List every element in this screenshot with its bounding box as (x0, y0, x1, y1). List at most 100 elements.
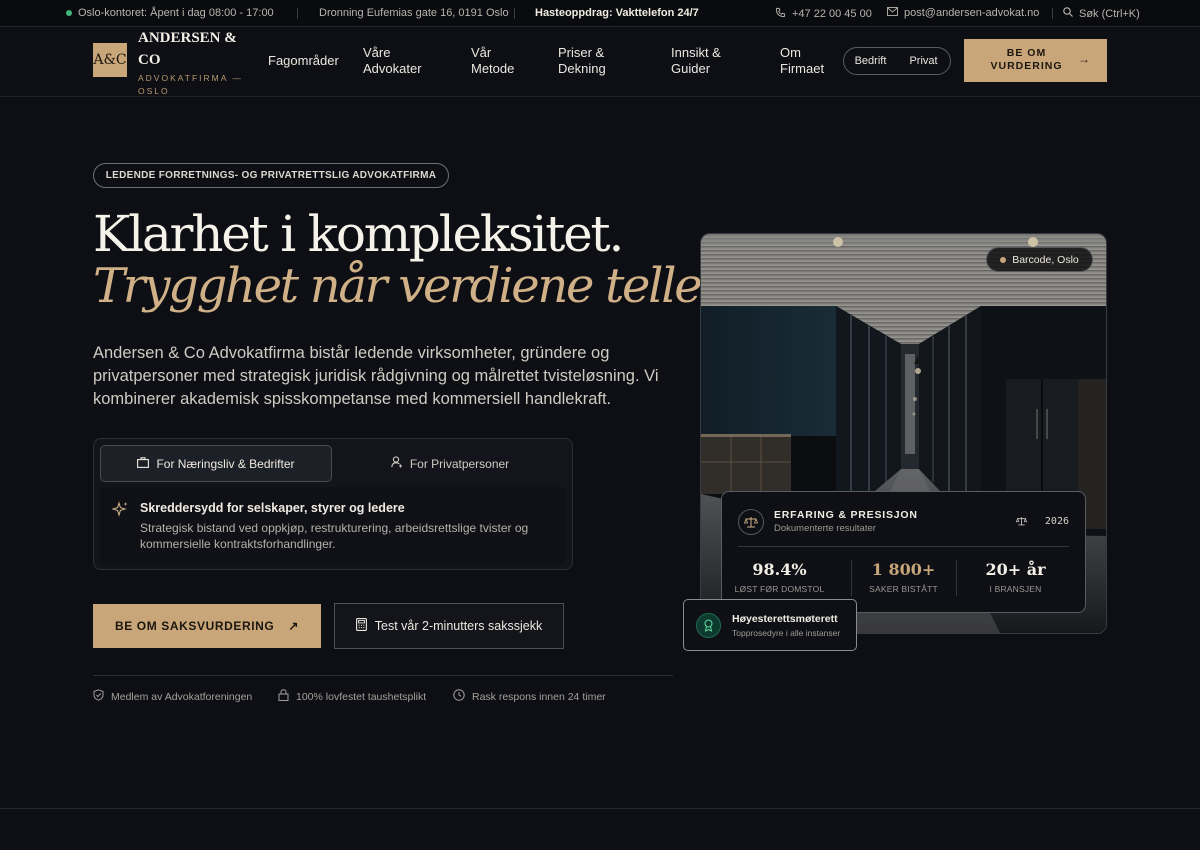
tab-panel-title: Skreddersydd for selskaper, styrer og le… (140, 501, 405, 515)
location-label: Barcode, Oslo (1012, 253, 1079, 266)
scales-icon (738, 509, 764, 535)
hero-divider (93, 675, 673, 676)
open-status-dot (66, 10, 72, 16)
brand-name-line2: CO (138, 52, 161, 68)
brand-tagline: ADVOKATFIRMA — OSLO (138, 73, 243, 96)
stat-label: I BRANSJEN (989, 584, 1042, 594)
badge-subtitle: Topprosedyre i alle instanser (732, 628, 841, 638)
request-assessment-button[interactable]: BE OM VURDERING → (964, 39, 1107, 82)
nav-link-label: Dekning (558, 61, 606, 76)
nav-link-innsikt[interactable]: Innsikt & Guider (671, 45, 721, 77)
stat-separator (956, 560, 957, 596)
stats-card-subtitle: Dokumenterte resultater (774, 523, 876, 534)
nav-link-label: Firmaet (780, 61, 825, 76)
stats-divider (738, 546, 1069, 547)
office-status: Oslo-kontoret: Åpent i dag 08:00 - 17:00 (66, 7, 274, 19)
stat-value: 98.4% (752, 560, 807, 579)
topbar-divider (297, 8, 298, 19)
nav-link-label: Guider (671, 61, 711, 76)
request-assessment-label: BE OM VURDERING (964, 47, 1089, 73)
clock-icon (453, 689, 465, 704)
stat-value: 20+ år (985, 560, 1046, 579)
audience-toggle: Bedrift Privat (843, 47, 951, 75)
sparkle-icon (111, 501, 129, 523)
arrow-right-icon: → (1078, 52, 1091, 66)
nav-link-fagomrader[interactable]: Fagområder (268, 53, 339, 69)
urgent-label: Hasteoppdrag: (535, 7, 613, 19)
audience-tabs-card: For Næringsliv & Bedrifter For Privatper… (93, 438, 573, 570)
nav-link-label: Våre (363, 45, 391, 60)
search-button[interactable]: Søk (Ctrl+K) (1063, 7, 1140, 20)
stat-value: 1 800+ (871, 560, 936, 579)
topbar-divider (514, 8, 515, 19)
hero-lead-text: Andersen & Co Advokatfirma bistår ledend… (93, 344, 659, 408)
email-link[interactable]: post@andersen-advokat.no (887, 7, 1039, 19)
tab-business-label: For Næringsliv & Bedrifter (156, 456, 295, 471)
office-address-text: Dronning Eufemias gate 16, 0191 Oslo (319, 7, 509, 19)
trust-label: 100% lovfestet taushetsplikt (296, 690, 427, 703)
hero-heading: Klarhet i kompleksitet. (93, 205, 624, 263)
main-navigation: A&C ANDERSEN & CO ADVOKATFIRMA — OSLO Fa… (0, 27, 1200, 97)
scales-icon (1015, 516, 1028, 529)
stat-item: 20+ år I BRANSJEN (963, 560, 1068, 594)
nav-link-metode[interactable]: Vår Metode (471, 45, 514, 77)
nav-link-label: Advokater (363, 61, 422, 76)
trust-item: Rask respons innen 24 timer (453, 689, 606, 704)
phone-link[interactable]: +47 22 00 45 00 (775, 7, 872, 21)
toggle-bedrift[interactable]: Bedrift (844, 55, 897, 67)
search-label: Søk (Ctrl+K) (1079, 7, 1140, 20)
trust-item: 100% lovfestet taushetsplikt (278, 689, 426, 704)
nav-link-label: Om (780, 45, 801, 60)
location-badge: Barcode, Oslo (986, 247, 1093, 272)
trust-label: Medlem av Advokatforeningen (111, 690, 253, 703)
mail-icon (887, 7, 898, 19)
top-info-bar: Oslo-kontoret: Åpent i dag 08:00 - 17:00… (0, 0, 1200, 27)
nav-link-label: Metode (471, 61, 515, 76)
nav-link-advokater[interactable]: Våre Advokater (363, 45, 422, 77)
hero-eyebrow-pill: LEDENDE FORRETNINGS- OG PRIVATRETTSLIG A… (93, 163, 449, 188)
trust-label: Rask respons innen 24 timer (472, 690, 606, 703)
tab-private[interactable]: For Privatpersoner (334, 445, 566, 482)
case-assessment-button[interactable]: BE OM SAKSVURDERING ↗ (93, 604, 321, 648)
supreme-court-badge: Høyesterettsmøterett Topprosedyre i alle… (683, 599, 857, 651)
topbar-divider (1052, 8, 1053, 19)
search-icon (1063, 7, 1073, 20)
nav-link-om[interactable]: Om Firmaet (780, 45, 824, 77)
tab-panel-text: Strategisk bistand ved oppkjøp, restrukt… (140, 521, 529, 551)
nav-link-label: Innsikt & (671, 45, 721, 60)
trust-item: Medlem av Advokatforeningen (93, 689, 252, 704)
tab-business[interactable]: For Næringsliv & Bedrifter (100, 445, 332, 482)
award-icon (696, 613, 721, 638)
nav-link-label: Vår (471, 45, 492, 60)
section-divider (0, 808, 1200, 809)
briefcase-icon (137, 456, 150, 471)
hero-heading-italic: Trygghet når verdiene teller. (93, 258, 731, 314)
stats-card-year: 2026 (1015, 516, 1069, 529)
stat-item: 98.4% LØST FØR DOMSTOL (727, 560, 832, 594)
calculator-icon (355, 618, 367, 634)
nav-link-label: Priser & (558, 45, 605, 60)
location-dot (1000, 256, 1007, 263)
toggle-privat[interactable]: Privat (897, 55, 950, 67)
brand-name[interactable]: ANDERSEN & CO (138, 27, 237, 71)
phone-number: +47 22 00 45 00 (792, 8, 872, 20)
office-address: Dronning Eufemias gate 16, 0191 Oslo (319, 7, 509, 19)
user-icon (391, 456, 403, 471)
quick-check-button[interactable]: Test vår 2-minutters sakssjekk (334, 603, 564, 649)
quick-check-label: Test vår 2-minutters sakssjekk (374, 619, 543, 633)
stat-label: LØST FØR DOMSTOL (734, 584, 825, 594)
year-label: 2026 (1044, 516, 1069, 527)
logo-mark[interactable]: A&C (93, 43, 127, 77)
email-address: post@andersen-advokat.no (904, 7, 1040, 19)
arrow-up-right-icon: ↗ (288, 619, 300, 633)
tab-panel: Skreddersydd for selskaper, styrer og le… (100, 487, 566, 565)
urgent-line[interactable]: Hasteoppdrag: Vakttelefon 24/7 (535, 7, 699, 19)
cta-line1: BE OM (1006, 47, 1047, 59)
nav-link-priser[interactable]: Priser & Dekning (558, 45, 606, 77)
lock-icon (278, 689, 289, 704)
brand-name-line1: ANDERSEN & (138, 30, 237, 46)
phone-icon (775, 7, 786, 21)
nav-link-label: Fagområder (268, 53, 339, 68)
stat-label: SAKER BISTÅTT (869, 584, 938, 594)
shield-icon (93, 689, 104, 704)
